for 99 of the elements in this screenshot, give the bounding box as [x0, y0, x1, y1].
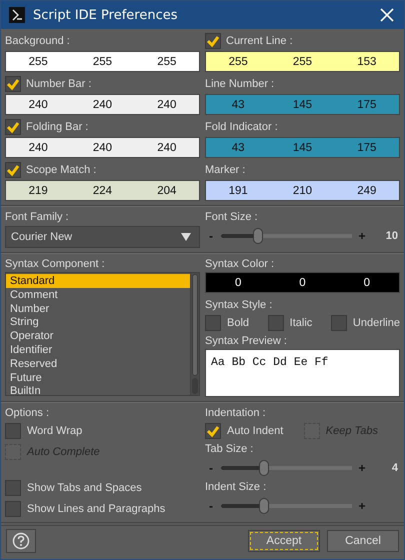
color-field[interactable]: 43 145 175	[205, 137, 400, 158]
color-value: 153	[356, 56, 378, 68]
color-value: 210	[292, 184, 314, 196]
app-icon	[9, 7, 25, 23]
color-value: 204	[156, 184, 178, 196]
checkbox[interactable]	[205, 33, 221, 49]
field-label: Syntax Style :	[205, 299, 274, 311]
checkbox[interactable]	[5, 423, 21, 439]
minus-sign: -	[208, 461, 214, 475]
field-label: Tab Size :	[205, 443, 254, 455]
window-title: Script IDE Preferences	[33, 8, 178, 22]
checkbox[interactable]	[5, 76, 21, 92]
checkbox-label[interactable]: Show Tabs and Spaces	[27, 482, 142, 494]
plus-sign: +	[358, 229, 366, 243]
plus-sign: +	[358, 461, 366, 475]
preview-text: Aa Bb Cc Dd Ee Ff	[211, 356, 328, 369]
color-value: 219	[28, 184, 49, 196]
checkbox-label[interactable]: Underline	[352, 317, 400, 329]
color-value: 0	[362, 276, 372, 288]
minus-sign: -	[208, 229, 214, 243]
color-value: 43	[230, 98, 246, 110]
color-value: 240	[156, 98, 178, 110]
checkbox[interactable]	[330, 315, 347, 331]
accept-button[interactable]: Accept	[248, 530, 320, 552]
color-value: 191	[228, 184, 249, 196]
color-field[interactable]: 255 255 255	[5, 51, 200, 72]
color-value: 255	[28, 56, 49, 68]
color-field[interactable]: 191 210 249	[205, 180, 400, 201]
color-value: 255	[292, 56, 314, 68]
color-value: 240	[156, 142, 178, 154]
list-item[interactable]: Future	[6, 370, 190, 384]
color-field[interactable]: 0 0 0	[205, 272, 400, 293]
minus-sign: -	[208, 499, 214, 513]
checkbox[interactable]	[5, 480, 21, 496]
list-item[interactable]: Reserved	[6, 356, 190, 371]
checkbox-label[interactable]: Bold	[227, 317, 250, 329]
list-item[interactable]: BuiltIn	[6, 384, 190, 398]
color-value: 145	[292, 98, 314, 110]
field-label: Font Family :	[5, 211, 70, 223]
color-value: 255	[92, 56, 114, 68]
caret-icon	[181, 233, 191, 241]
plus-sign: +	[358, 499, 366, 513]
checkbox[interactable]	[205, 423, 221, 439]
color-field[interactable]: 240 240 240	[5, 94, 200, 115]
color-value: 240	[28, 142, 49, 154]
color-field[interactable]: 43 145 175	[205, 94, 400, 115]
checkbox[interactable]	[5, 162, 21, 178]
color-value: 175	[356, 142, 378, 154]
color-value: 0	[298, 276, 307, 288]
list-item[interactable]: Operator	[6, 329, 190, 343]
color-value: 255	[156, 56, 178, 68]
close-icon[interactable]	[380, 8, 394, 22]
slider-value: 10	[384, 230, 398, 242]
color-value: 240	[28, 98, 49, 110]
color-value: 175	[356, 98, 378, 110]
color-field[interactable]: 219 224 204	[5, 180, 200, 201]
color-field[interactable]: 255 255 153	[205, 51, 400, 72]
color-value: 255	[228, 56, 249, 68]
list-item[interactable]: Identifier	[6, 342, 190, 357]
checkbox[interactable]	[5, 119, 21, 135]
color-value: 240	[92, 142, 114, 154]
checkbox-label[interactable]: Folding Bar :	[26, 121, 88, 133]
color-value: 224	[92, 184, 114, 196]
checkbox[interactable]	[5, 501, 21, 517]
checkbox-label[interactable]: Italic	[290, 317, 312, 329]
cancel-button[interactable]: Cancel	[327, 530, 399, 552]
field-label: Syntax Preview :	[205, 335, 288, 347]
color-value: 145	[292, 142, 314, 154]
list-item[interactable]: Comment	[6, 288, 190, 302]
color-value: 240	[92, 98, 114, 110]
color-field[interactable]: 240 240 240	[5, 137, 200, 158]
scrollbar[interactable]	[190, 273, 199, 395]
field-label: Indentation :	[205, 407, 267, 419]
list-item[interactable]: String	[6, 315, 190, 330]
field-label: Line Number :	[205, 78, 274, 90]
color-value: 0	[234, 276, 242, 288]
list-item[interactable]: Standard	[6, 274, 190, 288]
font-family-dropdown[interactable]: Courier New	[5, 226, 200, 248]
color-value: 249	[356, 184, 378, 196]
field-label: Options :	[5, 407, 50, 419]
color-value: 43	[230, 142, 246, 154]
field-label: Indent Size :	[205, 481, 268, 493]
field-label: Font Size :	[205, 211, 259, 223]
help-button[interactable]	[6, 529, 36, 553]
field-label: Fold Indicator :	[205, 121, 278, 133]
field-label: Syntax Color :	[205, 258, 276, 270]
list-item[interactable]: Number	[6, 302, 190, 316]
checkbox-label[interactable]: Auto Indent	[227, 425, 284, 437]
slider-value: 4	[390, 462, 398, 474]
checkbox-label[interactable]: Number Bar :	[26, 78, 92, 90]
checkbox-label[interactable]: Word Wrap	[27, 425, 82, 437]
checkbox-label[interactable]: Scope Match :	[26, 164, 96, 176]
checkbox[interactable]	[205, 315, 221, 331]
field-label: Background :	[5, 35, 70, 47]
checkbox-label[interactable]: Show Lines and Paragraphs	[27, 503, 166, 515]
field-label: Syntax Component :	[5, 258, 106, 270]
field-label: Marker :	[205, 164, 246, 176]
checkbox-label[interactable]: Current Line :	[226, 35, 293, 47]
checkbox[interactable]	[268, 315, 284, 331]
